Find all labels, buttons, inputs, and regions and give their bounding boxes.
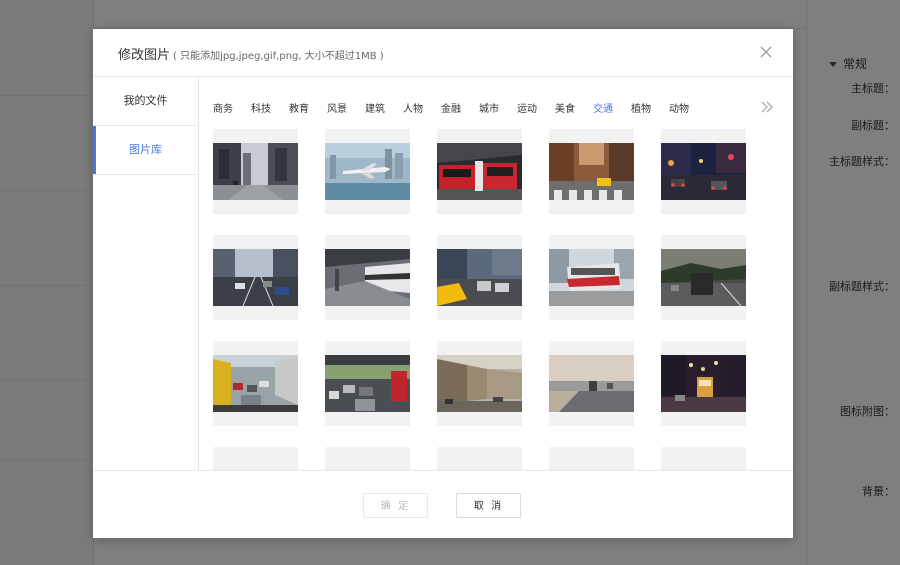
sidebar-item-my-files[interactable]: 我的文件 — [93, 77, 198, 126]
image-thumbnail[interactable] — [325, 129, 410, 214]
category-tab[interactable]: 植物 — [631, 100, 651, 115]
image-thumbnail[interactable] — [325, 447, 410, 470]
category-tab[interactable]: 商务 — [213, 100, 233, 115]
category-tab[interactable]: 城市 — [479, 100, 499, 115]
image-thumbnail[interactable] — [325, 235, 410, 320]
image-thumbnail[interactable] — [549, 129, 634, 214]
image-thumbnail[interactable] — [325, 341, 410, 426]
category-tab[interactable]: 动物 — [669, 100, 689, 115]
crosswalk-taxi-image — [549, 143, 634, 200]
modal-header: 修改图片 ( 只能添加jpg,jpeg,gif,png, 大小不超过1MB ) — [93, 29, 793, 77]
category-tab[interactable]: 金融 — [441, 100, 461, 115]
modal-sidebar: 我的文件 图片库 — [93, 77, 199, 470]
sidebar-item-image-library[interactable]: 图片库 — [93, 126, 198, 175]
close-icon — [760, 46, 772, 58]
image-thumbnail[interactable] — [549, 235, 634, 320]
image-thumbnail[interactable] — [549, 341, 634, 426]
cancel-button[interactable]: 取 消 — [456, 493, 521, 518]
category-tab[interactable]: 运动 — [517, 100, 537, 115]
image-thumbnail[interactable] — [661, 235, 746, 320]
image-thumbnail[interactable] — [661, 341, 746, 426]
yellow-taxi-image — [437, 249, 522, 306]
image-thumbnail[interactable] — [437, 341, 522, 426]
red-train-station-image — [437, 143, 522, 200]
image-thumbnail[interactable] — [213, 235, 298, 320]
image-thumbnail[interactable] — [549, 447, 634, 470]
image-thumbnail[interactable] — [437, 235, 522, 320]
image-thumbnail[interactable] — [437, 447, 522, 470]
modal-footer: 确 定 取 消 — [93, 470, 793, 539]
train-platform-image — [325, 249, 410, 306]
image-thumbnail[interactable] — [213, 341, 298, 426]
image-thumbnail[interactable] — [661, 129, 746, 214]
image-thumbnail[interactable] — [213, 447, 298, 470]
double-chevron-right-icon — [761, 101, 773, 113]
old-street-buildings-image — [437, 355, 522, 412]
more-categories-button[interactable] — [759, 99, 775, 113]
image-thumbnail[interactable] — [661, 447, 746, 470]
traffic-jam-image — [213, 355, 298, 412]
image-thumbnail[interactable] — [213, 129, 298, 214]
modal-title: 修改图片 — [118, 48, 171, 63]
category-tab[interactable]: 美食 — [555, 100, 575, 115]
modal-hint: ( 只能添加jpg,jpeg,gif,png, 大小不超过1MB ) — [173, 51, 384, 62]
red-tram-image — [549, 249, 634, 306]
truck-road-image — [661, 249, 746, 306]
image-thumbnail[interactable] — [437, 129, 522, 214]
category-tab[interactable]: 风景 — [327, 100, 347, 115]
category-tab-active[interactable]: 交通 — [593, 100, 613, 115]
image-library-content: 商务 科技 教育 风景 建筑 人物 金融 城市 运动 美食 交通 植物 动物 — [199, 77, 793, 470]
category-tab[interactable]: 教育 — [289, 100, 309, 115]
close-button[interactable] — [757, 43, 775, 61]
confirm-button[interactable]: 确 定 — [363, 493, 428, 518]
edit-image-modal: 修改图片 ( 只能添加jpg,jpeg,gif,png, 大小不超过1MB ) … — [93, 29, 793, 538]
road-by-water-image — [549, 355, 634, 412]
highway-cars-image — [213, 249, 298, 306]
night-traffic-image — [661, 143, 746, 200]
category-bar: 商务 科技 教育 风景 建筑 人物 金融 城市 运动 美食 交通 植物 动物 — [199, 77, 793, 129]
airplane-over-city-image — [325, 143, 410, 200]
category-tab[interactable]: 科技 — [251, 100, 271, 115]
tram-at-night-image — [661, 355, 746, 412]
category-tab[interactable]: 人物 — [403, 100, 423, 115]
category-tab[interactable]: 建筑 — [365, 100, 385, 115]
city-street-image — [213, 143, 298, 200]
traffic-jam-red-truck-image — [325, 355, 410, 412]
